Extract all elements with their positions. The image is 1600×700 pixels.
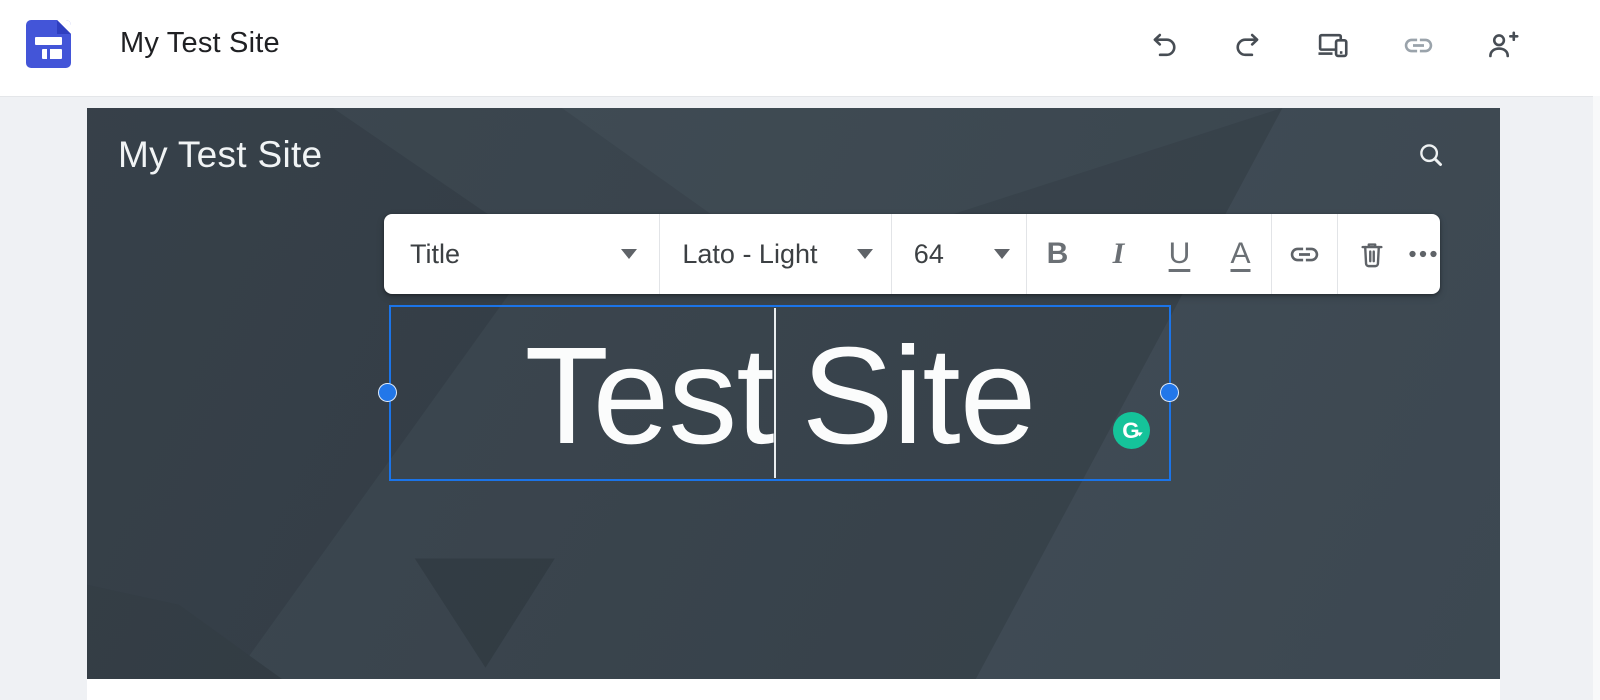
google-sites-editor: My Test Site My Test Site Title Lato - L… — [0, 0, 1600, 700]
search-icon[interactable] — [1416, 140, 1446, 170]
chevron-down-icon — [621, 249, 638, 259]
title-textbox[interactable]: Test Site — [389, 305, 1171, 481]
device-preview-icon[interactable] — [1316, 29, 1349, 62]
bold-button[interactable]: B — [1027, 214, 1088, 294]
add-people-icon[interactable] — [1486, 29, 1519, 62]
google-sites-logo-icon[interactable] — [26, 20, 71, 68]
grammarly-badge-icon[interactable]: G — [1113, 412, 1150, 449]
chevron-down-icon — [993, 249, 1010, 259]
insert-link-icon[interactable] — [1272, 214, 1337, 294]
font-select[interactable]: Lato - Light — [660, 214, 890, 294]
text-style-select[interactable]: Title — [384, 214, 659, 294]
scrollbar-track[interactable] — [1593, 96, 1600, 700]
app-header: My Test Site — [0, 0, 1600, 96]
copy-link-icon[interactable] — [1402, 29, 1435, 62]
delete-icon[interactable] — [1338, 214, 1406, 294]
site-name-field[interactable]: My Test Site — [120, 27, 280, 60]
font-size-value: 64 — [913, 238, 944, 269]
more-options-icon[interactable] — [1406, 214, 1440, 294]
logo-fold — [57, 20, 71, 34]
banner-site-title[interactable]: My Test Site — [118, 134, 322, 176]
text-format-toolbar: Title Lato - Light 64 B I U A — [384, 214, 1440, 294]
svg-text:G: G — [1122, 418, 1139, 443]
title-text-after-caret: Site — [801, 319, 1037, 473]
title-text-before-caret: Test — [524, 319, 775, 473]
underline-button[interactable]: U — [1149, 214, 1210, 294]
undo-icon[interactable] — [1148, 29, 1181, 62]
page-content-section[interactable] — [87, 679, 1500, 700]
redo-icon[interactable] — [1231, 29, 1264, 62]
chevron-down-icon — [856, 249, 873, 259]
text-style-value: Title — [410, 238, 461, 269]
text-color-button[interactable]: A — [1210, 214, 1271, 294]
selection-handle-left[interactable] — [378, 383, 397, 402]
italic-button[interactable]: I — [1088, 214, 1149, 294]
text-caret — [774, 308, 776, 478]
font-size-select[interactable]: 64 — [892, 214, 1026, 294]
selection-handle-right[interactable] — [1160, 383, 1179, 402]
font-value: Lato - Light — [682, 238, 818, 269]
